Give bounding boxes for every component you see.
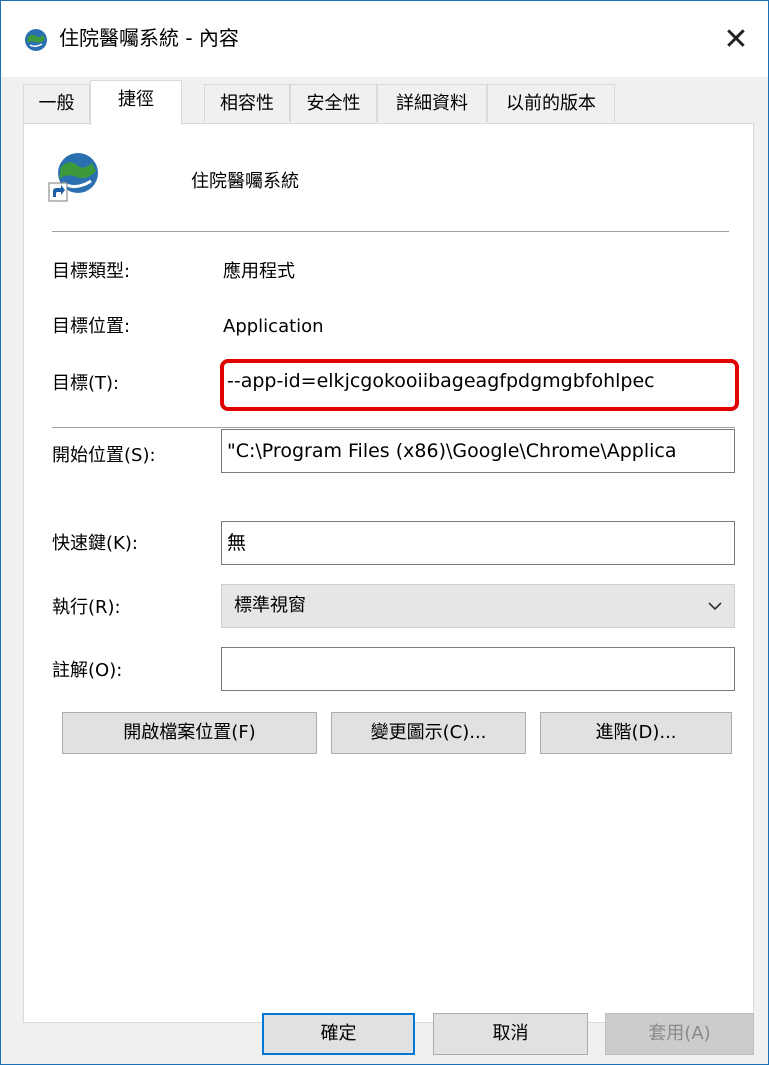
tab-security[interactable]: 安全性 bbox=[290, 84, 377, 122]
close-button[interactable]: ✕ bbox=[704, 1, 768, 77]
tab-compatibility[interactable]: 相容性 bbox=[204, 84, 290, 122]
tab-shortcut[interactable]: 捷徑 bbox=[90, 80, 182, 125]
shortcut-key-label: 快速鍵(K): bbox=[52, 533, 138, 554]
separator bbox=[52, 427, 735, 428]
comment-field[interactable] bbox=[221, 647, 735, 691]
apply-button[interactable]: 套用(A) bbox=[605, 1013, 754, 1055]
properties-dialog: 住院醫囑系統 - 內容 ✕ 一般 捷徑 相容性 安全性 詳細資料 以前的版本 住… bbox=[0, 0, 769, 1065]
start-in-label: 開始位置(S): bbox=[52, 445, 156, 466]
open-file-location-button[interactable]: 開啟檔案位置(F) bbox=[62, 712, 317, 754]
start-in-field[interactable]: "C:\Program Files (x86)\Google\Chrome\Ap… bbox=[221, 429, 735, 473]
window-title: 住院醫囑系統 - 內容 bbox=[59, 26, 239, 50]
run-dropdown[interactable]: 標準視窗 bbox=[221, 584, 735, 628]
chevron-down-icon bbox=[708, 585, 722, 643]
title-bar[interactable]: 住院醫囑系統 - 內容 ✕ bbox=[1, 1, 768, 77]
shortcut-panel bbox=[23, 123, 754, 1023]
target-value: --app-id=elkjcgokooiibageagfpdgmgbfohlpe… bbox=[227, 370, 655, 392]
close-icon: ✕ bbox=[723, 21, 749, 57]
comment-label: 註解(O): bbox=[52, 660, 123, 681]
target-type-value: 應用程式 bbox=[223, 261, 295, 282]
tab-strip: 一般 捷徑 相容性 安全性 詳細資料 以前的版本 bbox=[23, 80, 753, 125]
run-label: 執行(R): bbox=[52, 597, 121, 618]
run-value: 標準視窗 bbox=[234, 595, 306, 616]
change-icon-button[interactable]: 變更圖示(C)... bbox=[331, 712, 526, 754]
shortcut-app-icon bbox=[48, 153, 98, 202]
target-location-value: Application bbox=[223, 316, 324, 337]
separator bbox=[52, 231, 729, 232]
target-label: 目標(T): bbox=[52, 373, 120, 394]
shortcut-key-field[interactable]: 無 bbox=[221, 521, 735, 565]
start-in-value: "C:\Program Files (x86)\Google\Chrome\Ap… bbox=[227, 440, 677, 462]
shortcut-name: 住院醫囑系統 bbox=[191, 171, 299, 192]
ok-button[interactable]: 確定 bbox=[262, 1013, 415, 1055]
advanced-button[interactable]: 進階(D)... bbox=[540, 712, 732, 754]
shortcut-key-value: 無 bbox=[227, 532, 247, 554]
app-globe-icon bbox=[25, 29, 47, 51]
target-field[interactable]: --app-id=elkjcgokooiibageagfpdgmgbfohlpe… bbox=[220, 359, 739, 411]
tab-general[interactable]: 一般 bbox=[23, 84, 90, 122]
target-type-label: 目標類型: bbox=[52, 261, 131, 282]
tab-previous-versions[interactable]: 以前的版本 bbox=[487, 84, 615, 122]
target-location-label: 目標位置: bbox=[52, 316, 131, 337]
tab-details[interactable]: 詳細資料 bbox=[377, 84, 487, 122]
cancel-button[interactable]: 取消 bbox=[433, 1013, 588, 1055]
